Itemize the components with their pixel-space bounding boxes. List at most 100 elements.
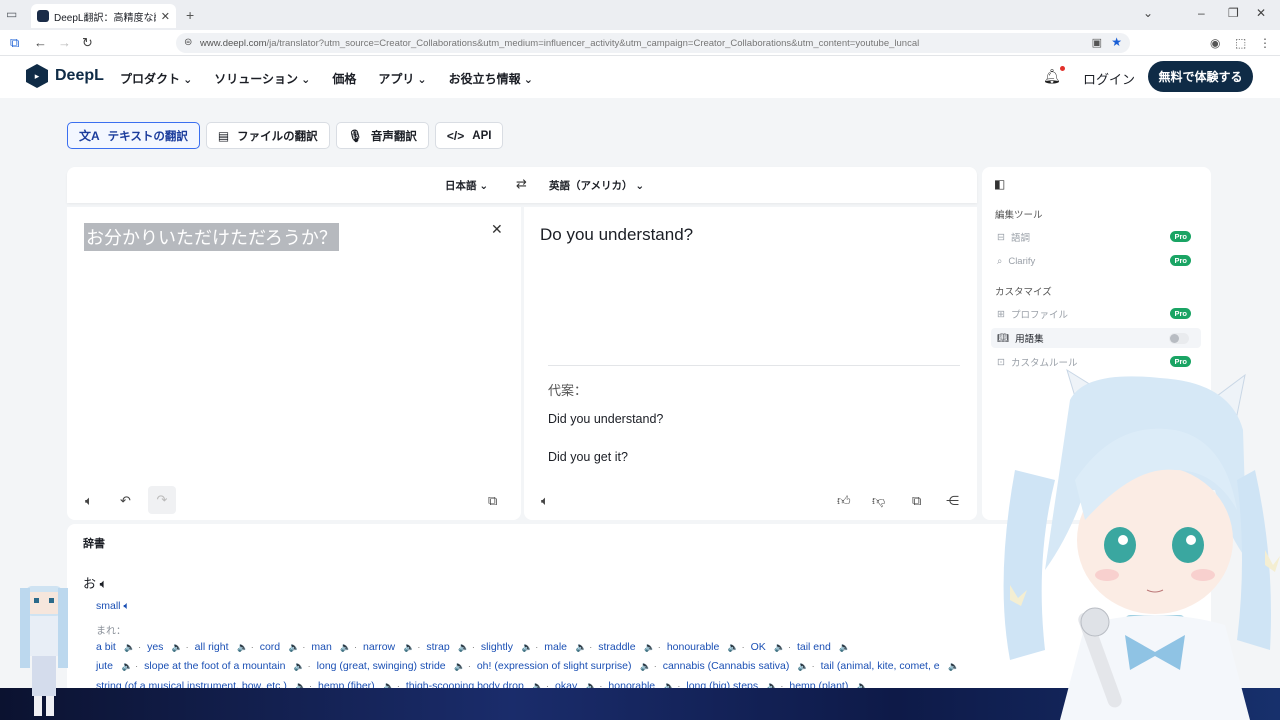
- browser-tab[interactable]: DeepL翻訳：高精度な翻訳ツール ✕: [31, 4, 176, 28]
- deepl-logo[interactable]: ▸ DeepL: [26, 64, 104, 88]
- alternative-item[interactable]: Did you get it?: [548, 450, 628, 464]
- source-text-input[interactable]: お分かりいただけただろうか？: [84, 223, 339, 251]
- tab-label: API: [472, 129, 492, 142]
- workspace-icon[interactable]: ⧉: [10, 35, 19, 51]
- target-language-label: 英語（アメリカ）: [549, 180, 633, 192]
- copy-icon[interactable]: ⧉: [912, 493, 921, 509]
- notification-bell-icon[interactable]: 🔔︎: [1043, 68, 1061, 85]
- undo-icon[interactable]: ↶: [120, 493, 131, 509]
- site-info-icon[interactable]: ⊜: [184, 37, 192, 48]
- nav-apps[interactable]: アプリ: [378, 70, 426, 87]
- dictionary-row: a bityesall rightcordmannarrowstrapsligh…: [96, 641, 857, 653]
- dictionary-translation[interactable]: cannabis (Cannabis sativa): [663, 660, 821, 672]
- tab-search-icon[interactable]: ⌄: [1143, 6, 1153, 20]
- glossary-toggle[interactable]: [1169, 333, 1189, 344]
- reload-icon[interactable]: ↻: [82, 35, 93, 51]
- bookmark-star-icon[interactable]: ★: [1111, 35, 1122, 49]
- sidebar-item-profile[interactable]: ⊞ プロファイル Pro: [991, 304, 1201, 324]
- swap-languages-icon[interactable]: ⇄: [516, 176, 527, 192]
- clear-text-icon[interactable]: ✕: [491, 221, 503, 238]
- dictionary-translation[interactable]: a bit: [96, 641, 147, 653]
- address-bar: ⧉ ← → ↻ ⊜ www.deepl.com /ja/translator?u…: [0, 30, 1280, 56]
- speaker-icon[interactable]: 🔈︎: [541, 493, 549, 509]
- back-icon[interactable]: ←: [34, 35, 47, 50]
- login-link[interactable]: ログイン: [1083, 69, 1135, 88]
- nav-resources[interactable]: お役立ち情報: [449, 70, 533, 87]
- nav-solutions[interactable]: ソリューション: [214, 70, 310, 87]
- url-field[interactable]: ⊜ www.deepl.com /ja/translator?utm_sourc…: [176, 33, 1130, 53]
- speaker-icon[interactable]: 🔈︎: [123, 600, 129, 612]
- dictionary-translation[interactable]: man: [311, 641, 363, 653]
- sidebar-item-glossary[interactable]: 📖︎ 用語集: [991, 328, 1201, 348]
- dictionary-translation[interactable]: cord: [260, 641, 312, 653]
- sidebar-item-tone[interactable]: ⊟ 語調 Pro: [991, 227, 1201, 247]
- speaker-icon[interactable]: 🔈︎: [85, 493, 93, 509]
- code-icon: </>: [446, 128, 465, 143]
- deepl-logo-icon: ▸: [26, 64, 48, 88]
- profile-icon[interactable]: ◉: [1210, 36, 1220, 50]
- tab-api[interactable]: </> API: [434, 122, 504, 149]
- dictionary-translation[interactable]: straddle: [598, 641, 667, 653]
- tab-label: ファイルの翻訳: [237, 130, 318, 143]
- microphone-icon: 🎙︎: [347, 128, 363, 143]
- thumbs-up-icon[interactable]: 👍︎: [837, 493, 851, 509]
- speaker-icon[interactable]: 🔈︎: [100, 576, 108, 591]
- source-language-select[interactable]: 日本語 ⌄: [445, 178, 488, 193]
- chibi-avatar-overlay: [20, 586, 68, 716]
- tab-actions-icon[interactable]: ▭: [6, 7, 22, 23]
- reader-mode-icon[interactable]: ▣: [1092, 36, 1102, 49]
- sidebar-item-label: 語調: [1010, 233, 1030, 244]
- dictionary-headword: お 🔈︎: [83, 573, 107, 592]
- sidebar-item-clarify[interactable]: ⌕ Clarify Pro: [991, 251, 1201, 271]
- dictionary-translation[interactable]: honourable: [667, 641, 751, 653]
- dictionary-translation[interactable]: tail end: [797, 641, 857, 653]
- restore-icon[interactable]: ❐: [1228, 6, 1239, 20]
- url-domain: www.deepl.com: [200, 37, 267, 49]
- dictionary-translation[interactable]: OK: [751, 641, 797, 653]
- logo-text: DeepL: [55, 67, 104, 84]
- tab-close-icon[interactable]: ✕: [161, 10, 170, 23]
- language-bar: 日本語 ⌄ ⇄ 英語（アメリカ） ⌄: [67, 167, 977, 203]
- browser-titlebar: ▭ DeepL翻訳：高精度な翻訳ツール ✕ + ⌄ – ❐ ✕: [0, 0, 1280, 30]
- share-icon[interactable]: ⋲: [946, 493, 959, 509]
- search-icon: ⌕: [997, 255, 1003, 267]
- book-icon: 📖︎: [997, 332, 1010, 344]
- dictionary-translation[interactable]: all right: [195, 641, 260, 653]
- rare-label: まれ：: [96, 626, 126, 637]
- url-path: /ja/translator?utm_source=Creator_Collab…: [266, 37, 920, 49]
- dictionary-translation[interactable]: jute: [96, 660, 144, 672]
- sidebar-item-label: Clarify: [1008, 255, 1036, 267]
- document-icon: ▤: [217, 128, 230, 143]
- new-tab-icon[interactable]: +: [186, 7, 194, 23]
- redo-icon[interactable]: ↷: [148, 486, 176, 514]
- dictionary-sense[interactable]: small 🔈︎: [96, 600, 130, 613]
- dictionary-translation[interactable]: slightly: [481, 641, 544, 653]
- forward-icon[interactable]: →: [58, 35, 71, 50]
- dictionary-translation[interactable]: male: [544, 641, 598, 653]
- target-language-select[interactable]: 英語（アメリカ） ⌄: [549, 178, 644, 193]
- dictionary-translation[interactable]: strap: [426, 641, 481, 653]
- copy-icon[interactable]: ⧉: [488, 493, 497, 509]
- minimize-icon[interactable]: –: [1198, 6, 1205, 20]
- tab-text-translation[interactable]: 文A テキストの翻訳: [67, 122, 200, 149]
- tab-title: DeepL翻訳：高精度な翻訳ツール: [54, 12, 156, 24]
- thumbs-down-icon[interactable]: 👎︎: [872, 493, 885, 509]
- extensions-icon[interactable]: ⬚: [1235, 36, 1246, 50]
- dictionary-translation[interactable]: yes: [147, 641, 195, 653]
- menu-icon[interactable]: ⋮: [1259, 36, 1271, 50]
- dictionary-translation[interactable]: tail (animal, kite, comet, e: [821, 660, 966, 672]
- dictionary-translation[interactable]: narrow: [363, 641, 426, 653]
- sidebar-toggle-icon[interactable]: ◧: [994, 177, 1005, 191]
- dictionary-translation[interactable]: long (great, swinging) stride: [317, 660, 477, 672]
- dictionary-translation[interactable]: slope at the foot of a mountain: [144, 660, 316, 672]
- free-trial-button[interactable]: 無料で体験する: [1148, 61, 1253, 92]
- dictionary-translation[interactable]: oh! (expression of slight surprise): [477, 660, 663, 672]
- tab-voice-translation[interactable]: 🎙︎ 音声翻訳: [335, 122, 429, 149]
- alternative-item[interactable]: Did you understand?: [548, 412, 663, 426]
- close-window-icon[interactable]: ✕: [1256, 6, 1266, 20]
- nav-pricing[interactable]: 価格: [332, 70, 356, 87]
- alternatives-label: 代案：: [548, 383, 588, 398]
- tab-file-translation[interactable]: ▤ ファイルの翻訳: [205, 122, 330, 149]
- translated-text[interactable]: Do you understand?: [540, 225, 693, 245]
- nav-products[interactable]: プロダクト: [120, 70, 192, 87]
